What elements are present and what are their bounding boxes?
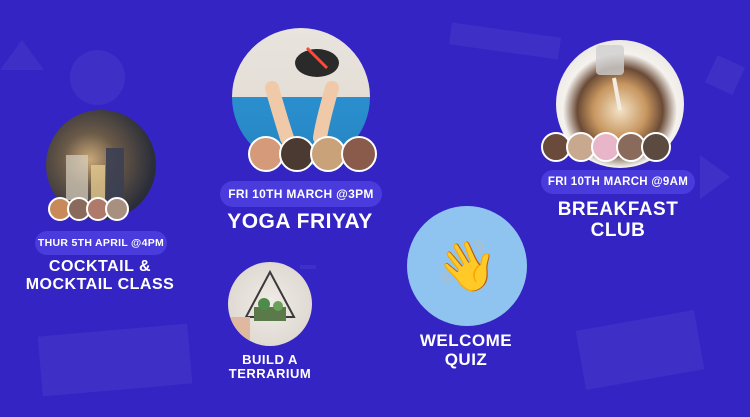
terrarium-title-line1: BUILD A: [242, 352, 298, 367]
bg-circle-left: [70, 50, 125, 105]
quiz-circle: 👋: [407, 206, 527, 326]
avatar: [641, 132, 671, 162]
quiz-title-line2: QUIZ: [444, 349, 488, 369]
cocktail-date: THUR 5TH APRIL @4PM: [35, 231, 167, 255]
yoga-title: YOGA FRIYAY: [200, 210, 400, 233]
bg-rect-bottom-left: [37, 323, 193, 397]
breakfast-title: BREAKFAST CLUB: [518, 199, 718, 242]
yoga-attendees: [248, 136, 377, 172]
bg-triangle-right: [700, 155, 730, 199]
bg-rect-bottom-right: [575, 310, 705, 390]
breakfast-title-line2: CLUB: [590, 219, 646, 241]
waving-hand-icon: 👋: [435, 237, 499, 295]
terrarium-title-line2: TERRARIUM: [228, 366, 312, 382]
terrarium-image: [228, 262, 312, 346]
cocktail-title: COCKTAIL & MOCKTAIL CLASS: [0, 258, 200, 293]
terrarium-photo-icon: [228, 269, 296, 346]
yoga-title-text: YOGA FRIYAY: [227, 210, 373, 233]
bg-square-right: [705, 55, 745, 95]
breakfast-title-line1: BREAKFAST: [557, 199, 679, 220]
yoga-date: FRI 10TH MARCH @3PM: [220, 181, 382, 207]
cocktail-title-line1: COCKTAIL &: [48, 258, 152, 275]
breakfast-attendees: [541, 132, 671, 162]
bg-cross: [300, 265, 316, 269]
breakfast-date: FRI 10TH MARCH @9AM: [541, 170, 695, 194]
avatar: [341, 136, 377, 172]
cocktail-attendees: [48, 197, 129, 221]
cocktail-title-line2: MOCKTAIL CLASS: [25, 275, 175, 293]
avatar: [105, 197, 129, 221]
terrarium-title: BUILD A TERRARIUM: [195, 352, 345, 382]
quiz-title-line1: WELCOME: [419, 331, 513, 350]
bg-triangle-top-left: [0, 40, 44, 70]
quiz-title: WELCOME QUIZ: [366, 331, 566, 369]
bg-bar-top: [449, 22, 561, 60]
